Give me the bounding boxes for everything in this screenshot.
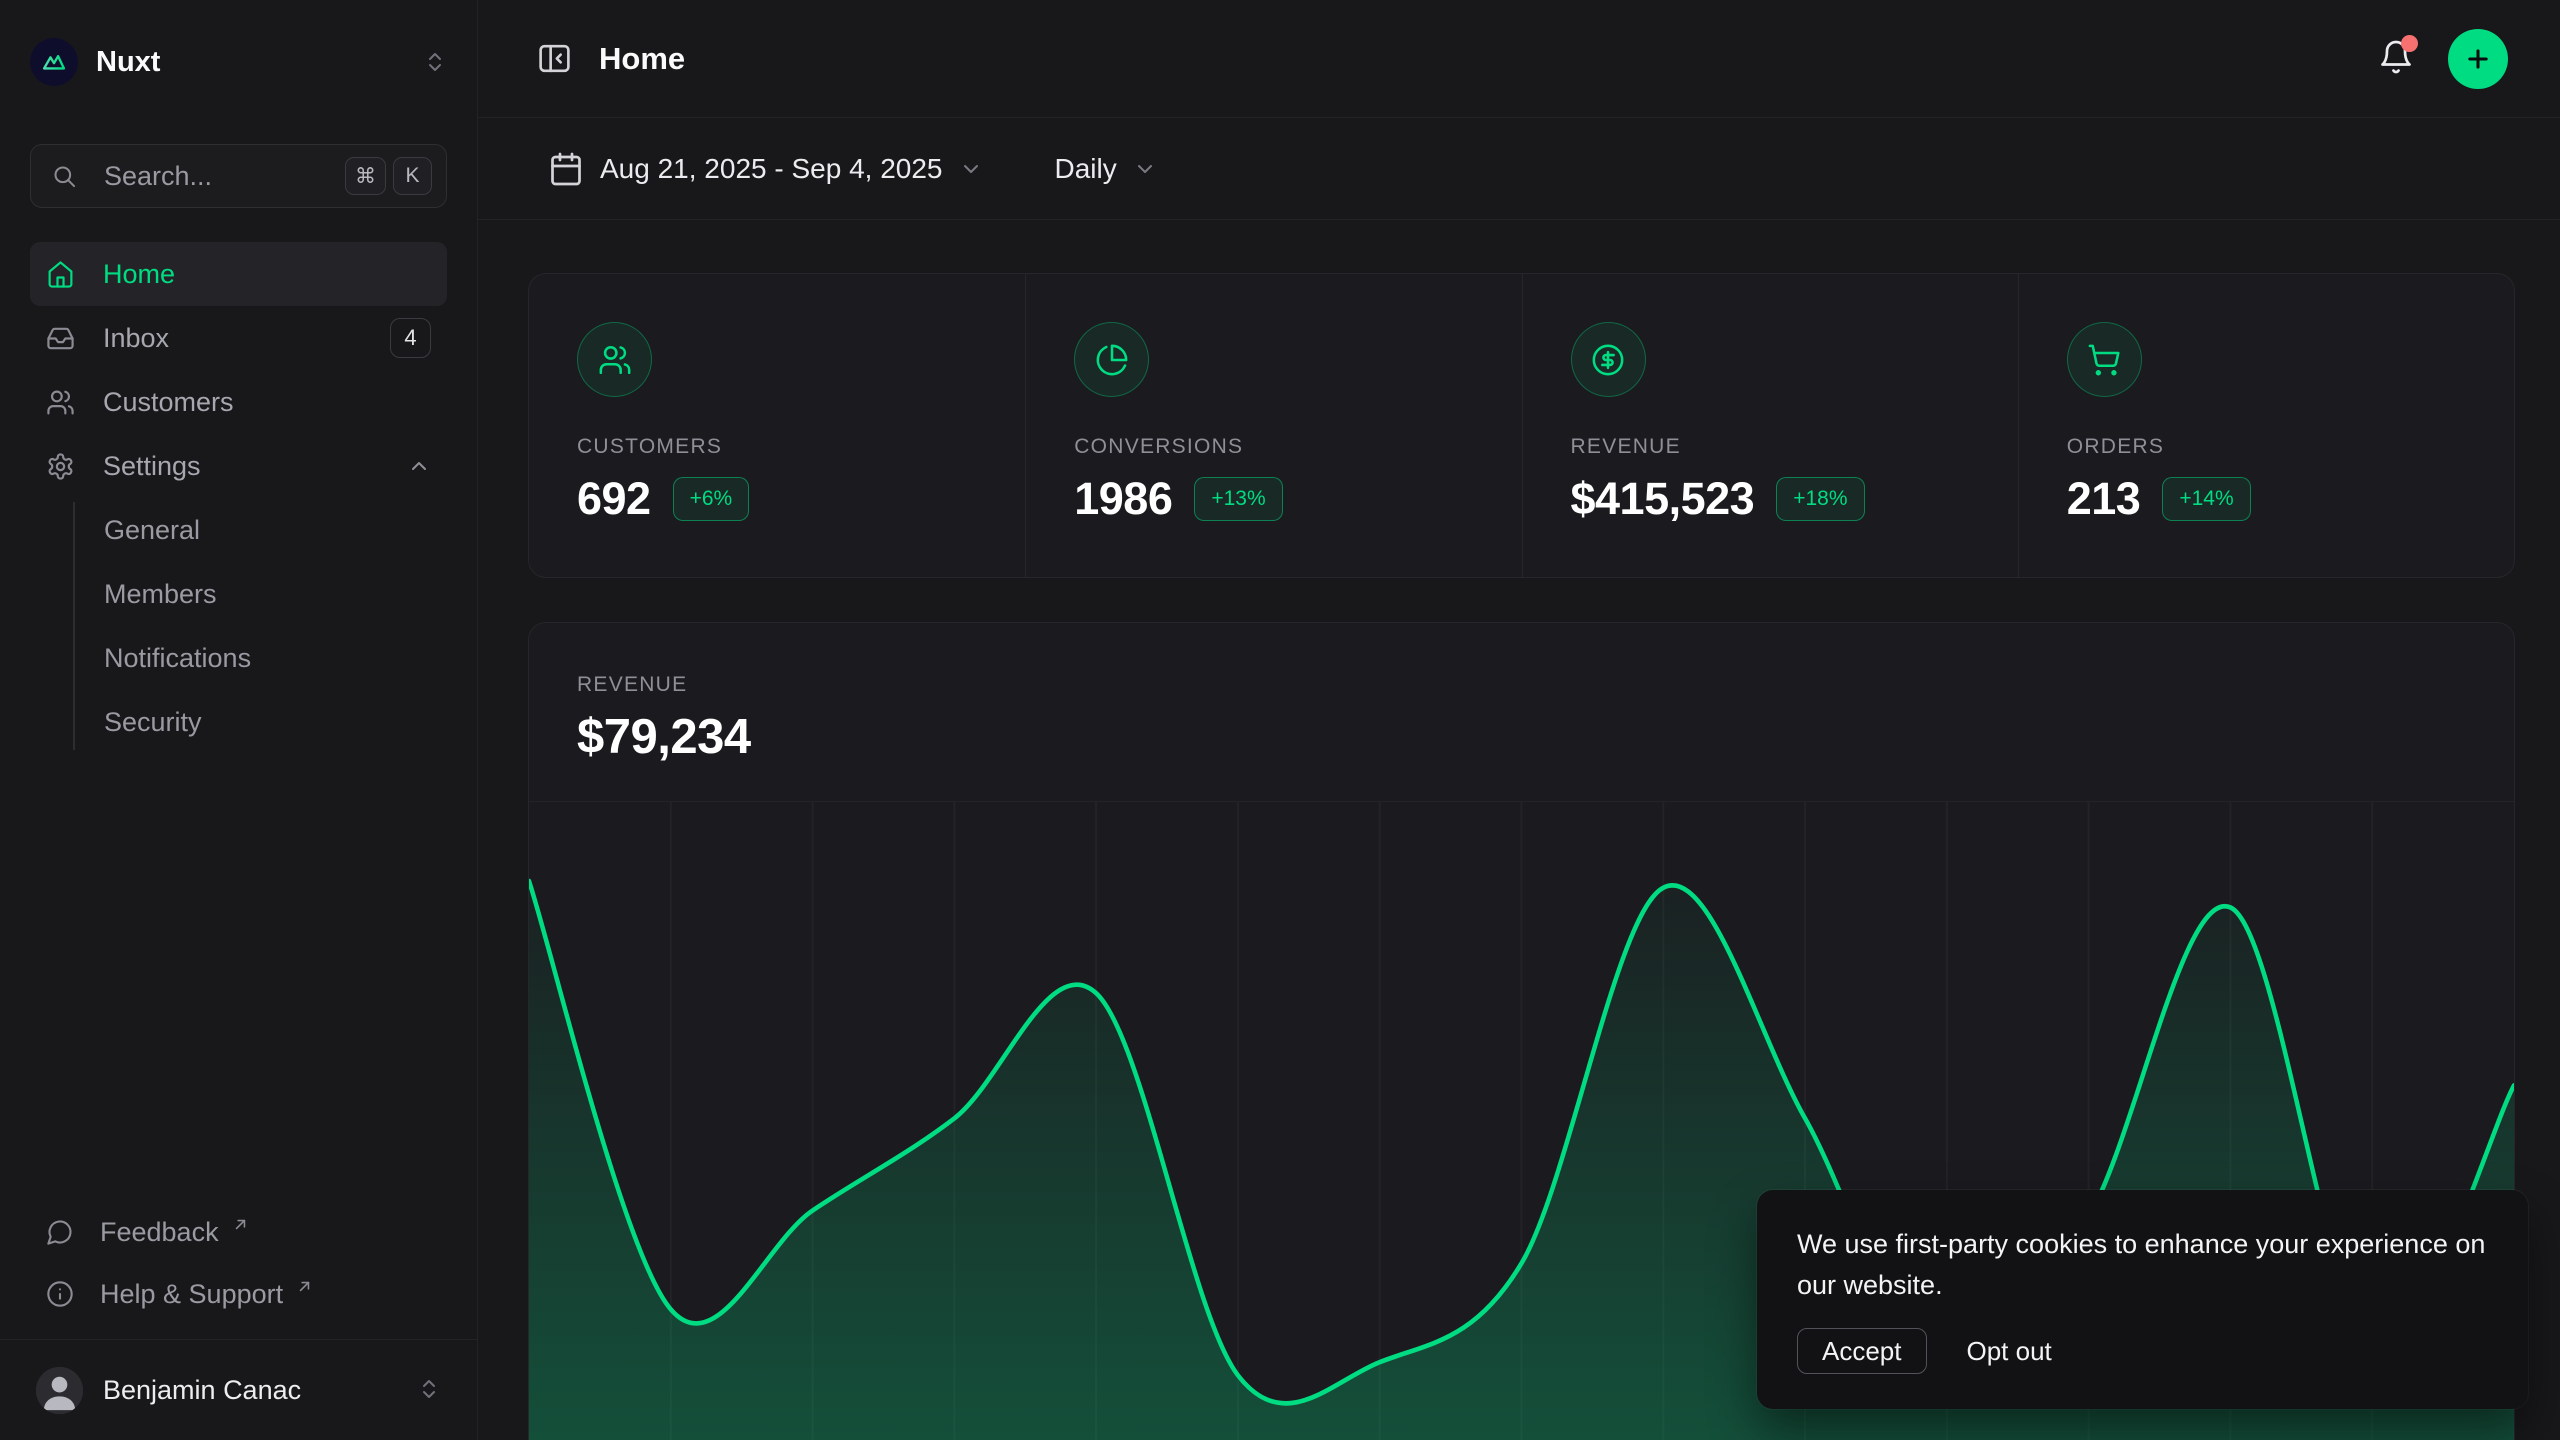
chevron-down-icon [959, 157, 983, 181]
stat-label: ORDERS [2067, 435, 2474, 459]
stat-card-orders[interactable]: ORDERS 213 +14% [2018, 274, 2514, 577]
sidebar-item-label: Customers [103, 387, 234, 418]
user-menu[interactable]: Benjamin Canac [30, 1340, 447, 1440]
stat-card-revenue[interactable]: REVENUE $415,523 +18% [1522, 274, 2018, 577]
stat-delta-badge: +14% [2162, 477, 2250, 521]
settings-submenu: General Members Notifications Security [30, 498, 447, 754]
date-range-picker[interactable]: Aug 21, 2025 - Sep 4, 2025 [548, 151, 983, 187]
plus-icon [2464, 45, 2492, 73]
revenue-chart-value: $79,234 [577, 709, 2514, 765]
team-row: Nuxt [30, 30, 447, 94]
help-support-link[interactable]: Help & Support [30, 1263, 447, 1325]
stat-value: 213 [2067, 473, 2141, 525]
stat-value: 692 [577, 473, 651, 525]
date-range-value: Aug 21, 2025 - Sep 4, 2025 [600, 153, 943, 185]
stat-value: 1986 [1074, 473, 1172, 525]
team-name: Nuxt [96, 46, 160, 79]
cookie-message: We use first-party cookies to enhance yo… [1797, 1224, 2488, 1306]
home-icon [46, 260, 75, 289]
user-name: Benjamin Canac [103, 1375, 301, 1406]
stat-delta-badge: +6% [673, 477, 750, 521]
cart-icon [2067, 322, 2142, 397]
team-switcher[interactable]: Nuxt [30, 38, 160, 86]
pie-chart-icon [1074, 322, 1149, 397]
calendar-icon [548, 151, 584, 187]
search-icon [51, 163, 78, 190]
cookie-optout-button[interactable]: Opt out [1967, 1336, 2052, 1367]
footer-link-label: Feedback [100, 1217, 219, 1248]
gear-icon [46, 452, 75, 481]
filter-toolbar: Aug 21, 2025 - Sep 4, 2025 Daily [478, 118, 2560, 220]
chevrons-up-down-icon [417, 1377, 441, 1404]
chat-bubble-icon [46, 1218, 74, 1246]
stat-label: CONVERSIONS [1074, 435, 1481, 459]
stat-delta-badge: +13% [1194, 477, 1282, 521]
sidebar-collapse-button[interactable] [536, 40, 573, 77]
info-circle-icon [46, 1280, 74, 1308]
cookie-banner: We use first-party cookies to enhance yo… [1757, 1190, 2528, 1409]
user-avatar [36, 1367, 83, 1414]
sidebar-item-label: Inbox [103, 323, 169, 354]
stat-label: CUSTOMERS [577, 435, 985, 459]
sidebar-footer: Feedback Help & Support [30, 1201, 447, 1339]
sidebar-item-label: Settings [103, 451, 201, 482]
sidebar-item-general[interactable]: General [30, 498, 447, 562]
page-title: Home [599, 41, 685, 77]
footer-link-label: Help & Support [100, 1279, 283, 1310]
team-switcher-chevrons-icon[interactable] [423, 50, 447, 74]
sidebar-item-inbox[interactable]: Inbox 4 [30, 306, 447, 370]
sidebar-item-notifications[interactable]: Notifications [30, 626, 447, 690]
notification-dot [2401, 35, 2418, 52]
chevron-down-icon [1133, 157, 1157, 181]
notifications-button[interactable] [2378, 39, 2414, 78]
sidebar-item-settings[interactable]: Settings [30, 434, 447, 498]
kbd-meta: ⌘ [345, 157, 386, 195]
users-icon [46, 388, 75, 417]
stat-value: $415,523 [1571, 473, 1755, 525]
top-header: Home [478, 0, 2560, 118]
chevron-up-icon [407, 454, 431, 478]
cookie-accept-button[interactable]: Accept [1797, 1328, 1927, 1374]
dollar-circle-icon [1571, 322, 1646, 397]
external-link-icon [295, 1277, 314, 1296]
stat-delta-badge: +18% [1776, 477, 1864, 521]
header-actions [2378, 29, 2508, 89]
granularity-value: Daily [1055, 153, 1117, 185]
nuxt-logo-icon [30, 38, 78, 86]
search-shortcut: ⌘ K [345, 157, 432, 195]
external-link-icon [231, 1215, 250, 1234]
granularity-select[interactable]: Daily [1055, 153, 1157, 185]
search-input[interactable]: Search... ⌘ K [30, 144, 447, 208]
users-icon [577, 322, 652, 397]
sidebar-item-home[interactable]: Home [30, 242, 447, 306]
kbd-k: K [393, 157, 432, 195]
sidebar-item-security[interactable]: Security [30, 690, 447, 754]
search-placeholder: Search... [104, 161, 212, 192]
sidebar-item-label: Home [103, 259, 175, 290]
add-button[interactable] [2448, 29, 2508, 89]
revenue-chart-label: REVENUE [577, 673, 2514, 697]
feedback-link[interactable]: Feedback [30, 1201, 447, 1263]
inbox-count-badge: 4 [390, 318, 431, 358]
stat-card-conversions[interactable]: CONVERSIONS 1986 +13% [1025, 274, 1521, 577]
sidebar-item-customers[interactable]: Customers [30, 370, 447, 434]
panel-collapse-icon [536, 40, 573, 77]
stat-label: REVENUE [1571, 435, 1978, 459]
sidebar-nav: Home Inbox 4 Customers Settings General … [30, 242, 447, 754]
kpi-stats-panel: CUSTOMERS 692 +6% CONVERSIONS 1986 +13% [528, 273, 2515, 578]
sidebar-item-members[interactable]: Members [30, 562, 447, 626]
inbox-icon [46, 324, 75, 353]
sidebar: Nuxt Search... ⌘ K Home Inbox 4 [0, 0, 478, 1440]
stat-card-customers[interactable]: CUSTOMERS 692 +6% [529, 274, 1025, 577]
